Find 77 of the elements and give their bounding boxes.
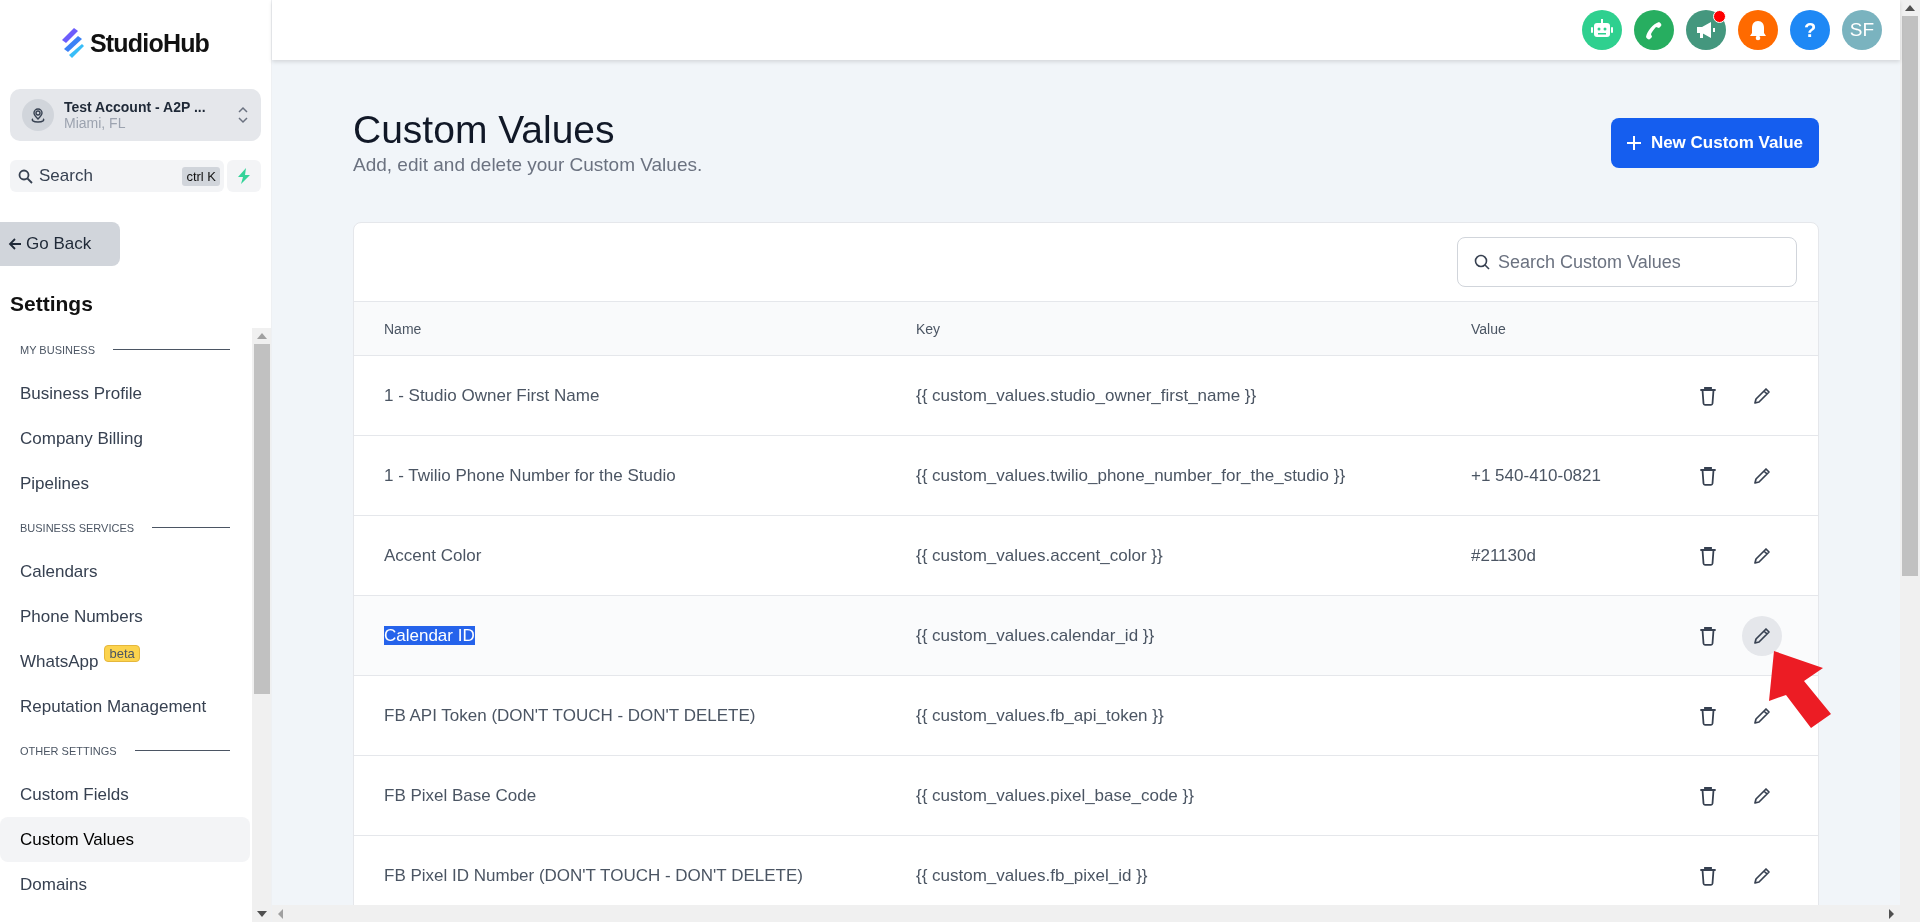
page-title: Custom Values — [353, 108, 616, 152]
beta-badge: beta — [104, 645, 140, 662]
trash-icon[interactable] — [1699, 545, 1717, 566]
account-name: Test Account - A2P ... — [64, 99, 207, 115]
column-header: Value — [1471, 320, 1507, 337]
edit-button[interactable] — [1742, 615, 1782, 656]
table-cell-text: {{ custom_values.studio_owner_first_name }} — [916, 385, 1258, 406]
column-header: Key — [916, 320, 942, 337]
shortcut-hint: ctrl K — [182, 166, 220, 186]
table-cell: Calendar ID — [384, 625, 475, 645]
logo-text: StudioHub — [89, 28, 210, 58]
megaphone-button[interactable] — [1686, 10, 1726, 50]
sidebar-item[interactable]: Company Billing — [0, 416, 250, 461]
scrollbar[interactable] — [252, 328, 271, 922]
pencil-icon[interactable] — [1752, 785, 1772, 806]
phone-icon — [1644, 20, 1664, 40]
section-heading: MY BUSINESS — [20, 343, 95, 356]
table-cell: 1 - Studio Owner First Name — [384, 385, 600, 405]
go-back-button[interactable]: Go Back — [0, 222, 120, 266]
sidebar-item[interactable]: Business Profile — [0, 371, 250, 416]
bolt-icon — [238, 168, 250, 184]
sidebar-item[interactable]: Pipelines — [0, 461, 250, 506]
table-cell-text: {{ custom_values.accent_color }} — [916, 545, 1164, 566]
table-cell: FB Pixel ID Number (DON'T TOUCH - DON'T DELETE) — [384, 865, 803, 885]
table-cell-text: {{ custom_values.pixel_base_code }} — [916, 785, 1195, 806]
scrollbar[interactable] — [1900, 0, 1920, 922]
bell-button[interactable] — [1738, 10, 1778, 50]
sidebar-item[interactable]: Domains — [0, 862, 250, 907]
search-field[interactable]: Search Custom Values — [1457, 237, 1797, 287]
pencil-icon[interactable] — [1752, 545, 1772, 566]
column-header: Name — [384, 320, 423, 337]
pencil-icon[interactable] — [1752, 465, 1772, 486]
megaphone-icon — [1695, 20, 1717, 40]
table-cell: Accent Color — [384, 545, 482, 565]
table-cell-text: {{ custom_values.fb_api_token }} — [916, 705, 1165, 726]
sidebar-item[interactable]: Reputation Management — [0, 684, 250, 729]
page-subtitle: Add, edit and delete your Custom Values. — [353, 154, 703, 176]
table-cell: 1 - Twilio Phone Number for the Studio — [384, 465, 676, 485]
sidebar-item[interactable]: Calendars — [0, 549, 250, 594]
table-cell-text: {{ custom_values.twilio_phone_number_for_the_studio }} — [916, 465, 1347, 486]
table-cell: +1 540-410-0821 — [1471, 465, 1601, 485]
phone-button[interactable] — [1634, 10, 1674, 50]
arrow-left-icon — [8, 237, 22, 251]
table-cell: #21130d — [1471, 545, 1536, 565]
sidebar-item[interactable]: Custom Fields — [0, 772, 250, 817]
trash-icon[interactable] — [1699, 705, 1717, 726]
plus-icon — [1626, 136, 1641, 150]
sidebar-item[interactable]: Custom Values — [0, 817, 250, 862]
account-location: Miami, FL — [64, 115, 127, 131]
trash-icon[interactable] — [1699, 865, 1717, 886]
trash-icon[interactable] — [1699, 625, 1717, 646]
trash-icon[interactable] — [1699, 385, 1717, 406]
search-icon — [1474, 254, 1490, 270]
logo-icon — [61, 28, 84, 58]
sidebar-item[interactable]: WhatsApp beta — [0, 639, 250, 684]
pencil-icon[interactable] — [1752, 625, 1772, 646]
table-cell: FB Pixel Base Code — [384, 785, 537, 805]
settings-heading: Settings — [10, 292, 94, 316]
table-cell-text: {{ custom_values.calendar_id }} — [916, 625, 1156, 646]
table-cell: FB API Token (DON'T TOUCH - DON'T DELETE) — [384, 705, 756, 725]
bell-icon — [1748, 19, 1768, 41]
pencil-icon[interactable] — [1752, 705, 1772, 726]
search-field[interactable]: Search ctrl K — [10, 160, 224, 192]
new-custom-value-button[interactable]: New Custom Value — [1610, 118, 1819, 168]
search-icon — [18, 168, 33, 184]
trash-icon[interactable] — [1699, 465, 1717, 486]
trash-icon[interactable] — [1699, 785, 1717, 806]
pencil-icon[interactable] — [1752, 385, 1772, 406]
help-button[interactable]: ? — [1790, 10, 1830, 50]
pencil-icon[interactable] — [1752, 865, 1772, 886]
sidebar-item[interactable]: Phone Numbers — [0, 594, 250, 639]
section-heading: BUSINESS SERVICES — [20, 521, 135, 534]
location-icon — [30, 107, 46, 123]
account-switcher[interactable]: Test Account - A2P ... Miami, FL — [10, 89, 261, 141]
section-heading: OTHER SETTINGS — [20, 744, 117, 757]
chevron-updown-icon — [237, 105, 249, 125]
table-cell-text: {{ custom_values.fb_pixel_id }} — [916, 865, 1149, 886]
